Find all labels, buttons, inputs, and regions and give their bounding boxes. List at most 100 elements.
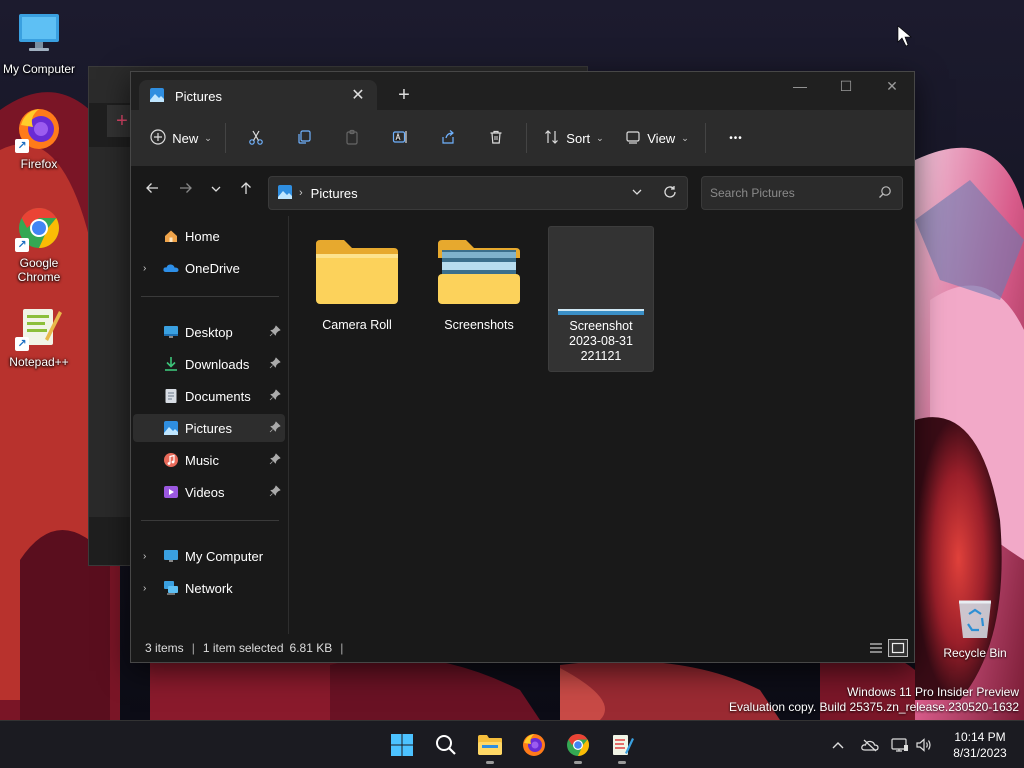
nav-divider (141, 296, 279, 297)
pin-icon (269, 485, 281, 500)
search-box[interactable] (701, 176, 903, 210)
details-view-button[interactable] (866, 639, 886, 657)
delete-button[interactable] (472, 121, 520, 155)
folder-icon (314, 238, 400, 308)
taskbar-firefox[interactable] (516, 727, 552, 763)
nav-item-documents[interactable]: Documents (133, 382, 285, 410)
nav-item-network[interactable]: › Network (133, 574, 285, 602)
view-button[interactable]: View ⌄ (615, 121, 699, 155)
taskbar-search-button[interactable] (428, 727, 464, 763)
shortcut-arrow-icon: ↗ (15, 238, 29, 252)
address-bar[interactable]: › Pictures (268, 176, 688, 210)
new-button[interactable]: New ⌄ (143, 121, 219, 155)
rename-button[interactable] (376, 121, 424, 155)
nav-item-label: Videos (185, 484, 225, 500)
nav-item-music[interactable]: Music (133, 446, 285, 474)
sort-icon (544, 129, 560, 148)
nav-item-pictures[interactable]: Pictures (133, 414, 285, 442)
status-separator: | (340, 641, 344, 655)
desktop-icon-my-computer[interactable]: My Computer (0, 10, 79, 76)
file-item-screenshot-image[interactable]: Screenshot 2023-08-31 221121 (548, 226, 654, 372)
chevron-right-icon[interactable]: › (143, 263, 146, 274)
file-name: Screenshots (444, 318, 514, 332)
clock-date: 8/31/2023 (953, 746, 1007, 760)
nav-item-videos[interactable]: Videos (133, 478, 285, 506)
large-icons-view-button[interactable] (888, 639, 908, 657)
taskbar-file-explorer[interactable] (472, 727, 508, 764)
start-button[interactable] (384, 727, 420, 763)
nav-item-home[interactable]: Home (133, 222, 285, 250)
minimize-button[interactable]: — (777, 72, 823, 102)
search-icon (878, 185, 892, 204)
volume-tray-button[interactable] (912, 733, 936, 757)
taskbar-clock[interactable]: 10:14 PM 8/31/2023 (940, 729, 1020, 761)
firefox-icon: ↗ (15, 105, 63, 153)
documents-icon (163, 388, 179, 404)
new-tab-button[interactable]: + (391, 82, 417, 108)
breadcrumb-pictures[interactable]: Pictures (311, 186, 358, 201)
close-button[interactable]: ✕ (869, 72, 915, 102)
videos-icon (163, 484, 179, 500)
onedrive-tray-button[interactable] (858, 733, 882, 757)
chevron-down-icon: ⌄ (204, 132, 212, 143)
file-item-screenshots[interactable]: Screenshots (426, 226, 532, 333)
search-icon (436, 735, 456, 755)
file-name: Camera Roll (322, 318, 392, 332)
speaker-icon (916, 738, 931, 752)
chevron-down-icon: ⌄ (681, 132, 689, 143)
more-options-button[interactable]: ••• (712, 121, 760, 155)
file-explorer-window[interactable]: Pictures ✕ + — ☐ ✕ New ⌄ Sort ⌄ View ⌄ •… (130, 71, 915, 663)
maximize-button[interactable]: ☐ (823, 72, 869, 102)
command-bar: New ⌄ Sort ⌄ View ⌄ ••• (131, 110, 914, 166)
nav-item-onedrive[interactable]: › OneDrive (133, 254, 285, 282)
recent-locations-button[interactable] (201, 176, 231, 206)
show-hidden-icons-button[interactable] (826, 733, 850, 757)
network-tray-button[interactable] (888, 733, 912, 757)
sort-button[interactable]: Sort ⌄ (533, 121, 615, 155)
desktop-icon-firefox[interactable]: ↗ Firefox (0, 105, 79, 171)
nav-item-label: OneDrive (185, 260, 240, 276)
file-name-line: 2023-08-31 (569, 334, 633, 348)
tab-close-button[interactable]: ✕ (345, 83, 371, 109)
shortcut-arrow-icon: ↗ (15, 337, 29, 351)
chevron-down-icon: ⌄ (596, 132, 604, 143)
taskbar-chrome[interactable] (560, 727, 596, 764)
back-button[interactable] (137, 176, 167, 206)
pin-icon (269, 421, 281, 436)
chevron-right-icon[interactable]: › (143, 583, 146, 594)
desktop-icon-recycle-bin[interactable]: Recycle Bin (940, 596, 1010, 660)
chevron-down-icon (632, 189, 642, 195)
cut-button[interactable] (232, 121, 280, 155)
up-button[interactable] (231, 176, 261, 206)
chevron-right-icon[interactable]: › (143, 551, 146, 562)
firefox-icon (523, 734, 545, 756)
file-item-camera-roll[interactable]: Camera Roll (304, 226, 410, 333)
view-icon (625, 129, 641, 148)
taskbar-notepadpp[interactable] (604, 727, 640, 764)
copy-button[interactable] (280, 121, 328, 155)
view-button-label: View (647, 130, 676, 146)
search-input[interactable] (702, 177, 862, 209)
chrome-icon (567, 734, 589, 756)
share-button[interactable] (424, 121, 472, 155)
nav-item-downloads[interactable]: Downloads (133, 350, 285, 378)
tab-title: Pictures (175, 88, 222, 104)
home-icon (163, 228, 179, 244)
desktop-icon-google-chrome[interactable]: ↗ Google Chrome (0, 204, 79, 284)
forward-button[interactable] (171, 176, 201, 206)
running-indicator (486, 761, 494, 764)
view-toggle (866, 639, 908, 657)
refresh-button[interactable] (653, 185, 687, 202)
nav-item-my-computer[interactable]: › My Computer (133, 542, 285, 570)
address-history-button[interactable] (621, 186, 653, 201)
pictures-icon (163, 420, 179, 436)
desktop-icon-notepadpp[interactable]: ↗ Notepad++ (0, 303, 79, 369)
paste-button[interactable] (328, 121, 376, 155)
nav-item-label: My Computer (185, 548, 264, 564)
network-icon (163, 580, 179, 596)
rename-icon (392, 129, 408, 148)
nav-item-desktop[interactable]: Desktop (133, 318, 285, 346)
arrow-up-icon (239, 182, 253, 199)
tab-pictures[interactable]: Pictures ✕ (139, 80, 377, 112)
onedrive-cloud-icon (163, 260, 179, 276)
